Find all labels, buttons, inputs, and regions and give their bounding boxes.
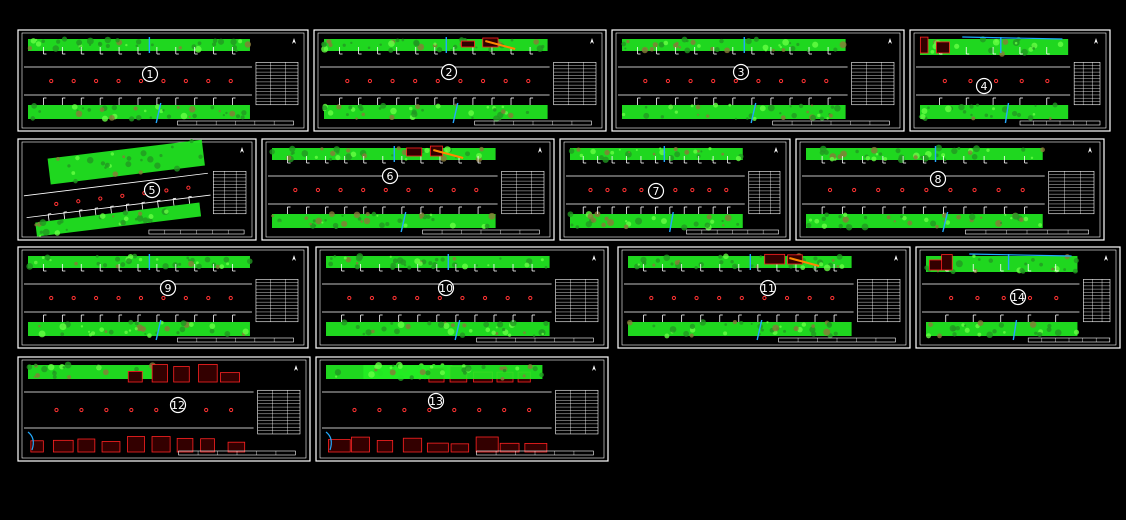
vegetation-strip-bottom [806, 212, 1043, 231]
drawing-sheet-5[interactable]: 5 [17, 138, 257, 241]
vegetation-strip-top [26, 253, 253, 270]
sheet-number-label: 3 [738, 66, 745, 79]
vegetation-strip-top [621, 36, 847, 54]
sheet-number-label: 11 [761, 282, 775, 295]
vegetation-strip-top [321, 37, 548, 53]
sheet-number-label: 6 [387, 170, 394, 183]
drawing-sheet-14[interactable]: 14 [915, 246, 1121, 349]
drawing-sheet-11[interactable]: 11 [617, 246, 911, 349]
vegetation-strip-bottom [627, 319, 852, 339]
drawing-sheet-8[interactable]: 8 [795, 138, 1105, 241]
vegetation-strip-bottom [28, 102, 250, 122]
sheet-number-label: 1 [147, 68, 154, 81]
drawing-sheet-3[interactable]: 3 [611, 29, 905, 132]
cad-layout-canvas: 1 2 3456789 10 111412 13 [17, 29, 1121, 462]
drawing-sheet-4[interactable]: 4 [909, 29, 1111, 132]
sheet-number-label: 8 [935, 173, 942, 186]
sheet-number-label: 14 [1011, 291, 1025, 304]
sheet-number-label: 5 [149, 184, 156, 197]
drawing-sheet-10[interactable]: 10 [315, 246, 609, 349]
vegetation-strip-bottom [918, 102, 1069, 122]
sheet-number-label: 13 [429, 395, 443, 408]
vegetation-strip-bottom [326, 319, 550, 338]
drawing-sheet-13[interactable]: 13 [315, 356, 609, 462]
drawing-sheet-12[interactable]: 12 [17, 356, 311, 462]
sheet-number-label: 7 [653, 185, 660, 198]
sheet-number-label: 9 [165, 282, 172, 295]
vegetation-strip-bottom [621, 102, 846, 121]
drawing-sheet-6[interactable]: 6 [261, 138, 555, 241]
vegetation-strip-bottom [926, 320, 1080, 339]
sheet-number-label: 12 [171, 399, 185, 412]
drawing-sheet-7[interactable]: 7 [559, 138, 791, 241]
sheet-number-label: 2 [446, 66, 453, 79]
vegetation-strip-bottom [322, 102, 548, 122]
vegetation-strip-bottom [28, 319, 250, 338]
drawing-sheet-1[interactable]: 1 [17, 29, 309, 132]
vegetation-strip-bottom [567, 211, 743, 231]
sheet-number-label: 10 [439, 282, 453, 295]
sheet-number-label: 4 [981, 80, 988, 93]
drawing-sheet-9[interactable]: 9 [17, 246, 309, 349]
drawing-sheet-2[interactable]: 2 [313, 29, 607, 132]
